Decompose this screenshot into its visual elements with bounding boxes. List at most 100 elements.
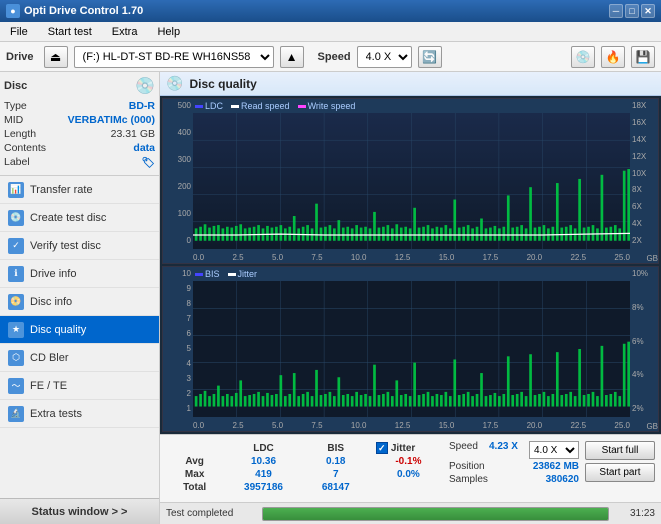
start-full-button[interactable]: Start full [585, 441, 655, 460]
sidebar-item-fe-te-label: FE / TE [30, 380, 67, 392]
stats-col-ldc-header: LDC [223, 441, 303, 455]
drive-eject-icon[interactable]: ⏏ [44, 46, 68, 68]
menu-file[interactable]: File [4, 24, 34, 40]
menu-help[interactable]: Help [151, 24, 186, 40]
bis-legend-bis: BIS [195, 269, 220, 279]
stats-col-jitter-check: ✓ Jitter [368, 441, 449, 455]
sidebar-item-disc-info[interactable]: 📀 Disc info [0, 288, 159, 316]
speed-stat-select[interactable]: 4.0 X [529, 441, 579, 459]
sidebar-item-drive-info-label: Drive info [30, 268, 76, 280]
sidebar-item-extra-tests[interactable]: 🔬 Extra tests [0, 400, 159, 428]
sidebar-item-cd-bler[interactable]: ⬡ CD Bler [0, 344, 159, 372]
disc-mid-label: MID [4, 114, 23, 126]
disc-label-icon: 🏷 [142, 156, 155, 169]
disc-icon[interactable]: 💿 [571, 46, 595, 68]
bis-legend: BIS Jitter [195, 269, 257, 279]
action-buttons: Start full Start part [585, 441, 655, 482]
minimize-button[interactable]: ─ [609, 4, 623, 18]
menu-start-test[interactable]: Start test [42, 24, 98, 40]
disc-quality-icon: ★ [8, 322, 24, 338]
disc-info-icon: 📀 [8, 294, 24, 310]
stats-max-label: Max [166, 468, 223, 481]
stats-row-max: Max 419 7 0.0% [166, 468, 449, 481]
sidebar-item-disc-info-label: Disc info [30, 296, 72, 308]
sidebar-item-create-test-disc[interactable]: 💿 Create test disc [0, 204, 159, 232]
verify-test-disc-icon: ✓ [8, 238, 24, 254]
stats-avg-label: Avg [166, 455, 223, 468]
title-bar-left: ● Opti Drive Control 1.70 [6, 4, 143, 18]
bis-y-axis-right: 10%8%6%4%2% [630, 267, 658, 415]
close-button[interactable]: ✕ [641, 4, 655, 18]
stats-bar: LDC BIS ✓ Jitter [160, 434, 661, 502]
stats-max-jitter: 0.0% [368, 468, 449, 481]
sidebar-item-drive-info[interactable]: ℹ Drive info [0, 260, 159, 288]
sidebar-item-disc-quality-label: Disc quality [30, 324, 86, 336]
sidebar-item-cd-bler-label: CD Bler [30, 352, 69, 364]
position-value: 23862 MB [533, 461, 579, 472]
disc-length-value: 23.31 GB [111, 128, 155, 140]
bis-legend-jitter: Jitter [228, 269, 258, 279]
maximize-button[interactable]: □ [625, 4, 639, 18]
sidebar-item-verify-test-disc[interactable]: ✓ Verify test disc [0, 232, 159, 260]
ldc-chart-svg [193, 113, 630, 249]
ldc-y-axis-right: 18X16X14X12X10X8X6X4X2X [630, 99, 658, 247]
disc-mid-value: VERBATIMc (000) [68, 114, 155, 126]
speed-stat-label: Speed [449, 441, 478, 459]
main-layout: Disc 💿 Type BD-R MID VERBATIMc (000) Len… [0, 72, 661, 524]
charts-container: 5004003002001000 18X16X14X12X10X8X6X4X2X [160, 96, 661, 434]
fe-te-icon: 〜 [8, 378, 24, 394]
speed-stat-value: 4.23 X [489, 441, 518, 459]
stats-avg-jitter: -0.1% [368, 455, 449, 468]
sidebar-item-transfer-rate-label: Transfer rate [30, 184, 93, 196]
status-text: Test completed [166, 508, 256, 519]
sidebar: Disc 💿 Type BD-R MID VERBATIMc (000) Len… [0, 72, 160, 524]
stats-row-avg: Avg 10.36 0.18 -0.1% [166, 455, 449, 468]
speed-row: Speed 4.23 X 4.0 X [449, 441, 579, 459]
menu-extra[interactable]: Extra [106, 24, 144, 40]
start-part-button[interactable]: Start part [585, 463, 655, 482]
sidebar-item-transfer-rate[interactable]: 📊 Transfer rate [0, 176, 159, 204]
app-title: Opti Drive Control 1.70 [24, 5, 143, 17]
disc-length-row: Length 23.31 GB [4, 128, 155, 140]
stats-avg-bis: 0.18 [304, 455, 368, 468]
title-bar-controls: ─ □ ✕ [609, 4, 655, 18]
sidebar-item-fe-te[interactable]: 〜 FE / TE [0, 372, 159, 400]
sidebar-item-verify-test-disc-label: Verify test disc [30, 240, 101, 252]
cd-bler-icon: ⬡ [8, 350, 24, 366]
stats-table: LDC BIS ✓ Jitter [166, 441, 449, 494]
disc-section-title: Disc [4, 80, 27, 92]
stats-row-total: Total 3957186 68147 [166, 481, 449, 494]
stats-total-bis: 68147 [304, 481, 368, 494]
drive-label: Drive [6, 51, 34, 63]
stats-avg-ldc: 10.36 [223, 455, 303, 468]
drive-info-icon: ℹ [8, 266, 24, 282]
disc-quality-title: Disc quality [189, 77, 256, 91]
stats-col-bis-header: BIS [304, 441, 368, 455]
speed-select[interactable]: 4.0 X [357, 46, 412, 68]
position-row: Position 23862 MB [449, 461, 579, 472]
speed-refresh-icon[interactable]: 🔄 [418, 46, 442, 68]
disc-header-icon: 💿 [135, 76, 155, 96]
disc-contents-value: data [133, 142, 155, 154]
position-label: Position [449, 461, 485, 472]
ldc-x-axis: 0.02.55.07.510.012.515.017.520.022.525.0 [193, 251, 630, 263]
status-window-button[interactable]: Status window > > [0, 498, 159, 524]
bis-gb-label: GB [646, 422, 658, 431]
disc-type-label: Type [4, 100, 27, 112]
bis-x-axis: 0.02.55.07.510.012.515.017.520.022.525.0 [193, 419, 630, 431]
drive-select[interactable]: (F:) HL-DT-ST BD-RE WH16NS58 TST4 [74, 46, 274, 68]
drive-refresh-icon[interactable]: ▲ [280, 46, 304, 68]
save-icon[interactable]: 💾 [631, 46, 655, 68]
ldc-y-axis: 5004003002001000 [163, 99, 193, 247]
burn-icon[interactable]: 🔥 [601, 46, 625, 68]
stats-total-label: Total [166, 481, 223, 494]
extra-tests-icon: 🔬 [8, 406, 24, 422]
progress-bar-fill [263, 508, 608, 520]
title-bar: ● Opti Drive Control 1.70 ─ □ ✕ [0, 0, 661, 22]
sidebar-item-disc-quality[interactable]: ★ Disc quality [0, 316, 159, 344]
stats-col-label-header [166, 441, 223, 455]
progress-bar-container [262, 507, 609, 521]
disc-contents-label: Contents [4, 142, 46, 154]
ldc-legend: LDC Read speed Write speed [195, 101, 355, 111]
jitter-checkbox[interactable]: ✓ [376, 442, 388, 454]
